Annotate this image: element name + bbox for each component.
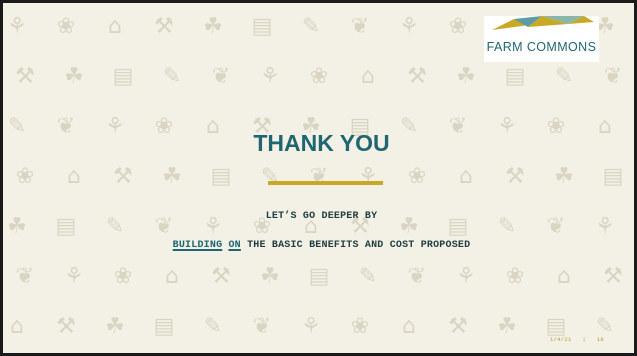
blossom-icon: ❀ — [16, 164, 34, 189]
barn-icon: ⌂ — [67, 164, 81, 189]
tools-icon: ⚒ — [154, 14, 174, 39]
title-divider — [268, 181, 383, 185]
tools-icon: ⚒ — [211, 264, 231, 289]
flower-icon: ⚘ — [399, 14, 419, 39]
slide-title: THANK YOU — [253, 130, 390, 156]
blossom-icon: ❀ — [408, 164, 426, 189]
leaf-icon: ❦ — [310, 164, 328, 189]
pen-icon: ✎ — [261, 164, 279, 189]
shamrock-icon: ☘ — [203, 14, 223, 39]
tools-icon: ⚒ — [15, 64, 35, 89]
barn-icon: ⌂ — [557, 264, 571, 289]
card-icon: ▤ — [505, 64, 526, 89]
pen-icon: ✎ — [302, 14, 320, 39]
pen-icon: ✎ — [359, 264, 377, 289]
leaf-icon: ❦ — [212, 64, 230, 89]
tools-icon: ⚒ — [113, 164, 133, 189]
farm-commons-logo: FARM COMMONS — [484, 16, 599, 62]
tools-icon: ⚒ — [56, 314, 76, 339]
subtitle-line-2-text: THE BASIC BENEFITS AND COST PROPOSED — [247, 240, 471, 251]
blossom-icon: ❀ — [506, 264, 524, 289]
blossom-icon: ❀ — [57, 14, 75, 39]
card-icon: ▤ — [252, 14, 273, 39]
shamrock-icon: ☘ — [497, 314, 517, 339]
leaf-icon: ❦ — [351, 14, 369, 39]
card-icon: ▤ — [113, 64, 134, 89]
flower-icon: ⚘ — [7, 14, 27, 39]
building-link[interactable]: BUILDING — [173, 240, 223, 251]
barn-icon: ⌂ — [10, 314, 24, 339]
pen-icon: ✎ — [163, 64, 181, 89]
tools-icon: ⚒ — [448, 314, 468, 339]
slide-number: 18 — [596, 336, 604, 343]
logo-graphic — [492, 16, 594, 30]
on-link[interactable]: ON — [228, 240, 240, 251]
flower-icon: ⚘ — [301, 314, 321, 339]
card-icon: ▤ — [154, 314, 175, 339]
pen-icon: ✎ — [555, 64, 573, 89]
card-icon: ▤ — [211, 164, 232, 189]
subtitle-line-2: BUILDING ON THE BASIC BENEFITS AND COST … — [3, 240, 634, 251]
shamrock-icon: ☘ — [105, 314, 125, 339]
slide: ⚘ ❀ ⌂ ⚒ ☘ ▤ ✎ ❦ ⚘ ❀ ⌂ ⚒ ☘ ⚒ ☘ ▤ ✎ ❦ ⚘ ❀ ⌂ ⚒ ☘ ▤ ✎ ❦ ✎ ❦ ⚘ ❀ ⌂ ⚒ ☘ ▤ ✎ ❦ ⚘ ❀ ⌂ ❀… — [0, 0, 637, 356]
barn-icon: ⌂ — [108, 14, 122, 39]
leaf-icon: ❦ — [604, 64, 622, 89]
barn-icon: ⌂ — [361, 64, 375, 89]
tools-icon: ⚒ — [603, 264, 623, 289]
flower-icon: ⚘ — [456, 264, 476, 289]
flower-icon: ⚘ — [260, 64, 280, 89]
logo-text: FARM COMMONS — [486, 40, 597, 54]
shamrock-icon: ☘ — [64, 64, 84, 89]
flower-icon: ⚘ — [64, 264, 84, 289]
barn-icon: ⌂ — [402, 314, 416, 339]
flower-icon: ⚘ — [358, 164, 378, 189]
blossom-icon: ❀ — [310, 64, 328, 89]
pen-icon: ✎ — [204, 314, 222, 339]
blossom-icon: ❀ — [351, 314, 369, 339]
footer-date: 1/4/21 — [549, 336, 572, 343]
barn-icon: ⌂ — [459, 164, 473, 189]
barn-icon: ⌂ — [165, 264, 179, 289]
card-icon: ▤ — [603, 164, 624, 189]
blossom-icon: ❀ — [114, 264, 132, 289]
shamrock-icon: ☘ — [554, 164, 574, 189]
shamrock-icon: ☘ — [162, 164, 182, 189]
leaf-icon: ❦ — [16, 264, 34, 289]
leaf-icon: ❦ — [408, 264, 426, 289]
tools-icon: ⚒ — [505, 164, 525, 189]
blossom-icon: ❀ — [449, 14, 467, 39]
footer-separator: | — [582, 336, 586, 343]
shamrock-icon: ☘ — [260, 264, 280, 289]
slide-footer: 1/4/21 | 18 — [550, 336, 604, 343]
card-icon: ▤ — [309, 264, 330, 289]
leaf-icon: ❦ — [253, 314, 271, 339]
tools-icon: ⚒ — [407, 64, 427, 89]
subtitle-line-1: LET’S GO DEEPER BY — [265, 211, 378, 222]
shamrock-icon: ☘ — [456, 64, 476, 89]
